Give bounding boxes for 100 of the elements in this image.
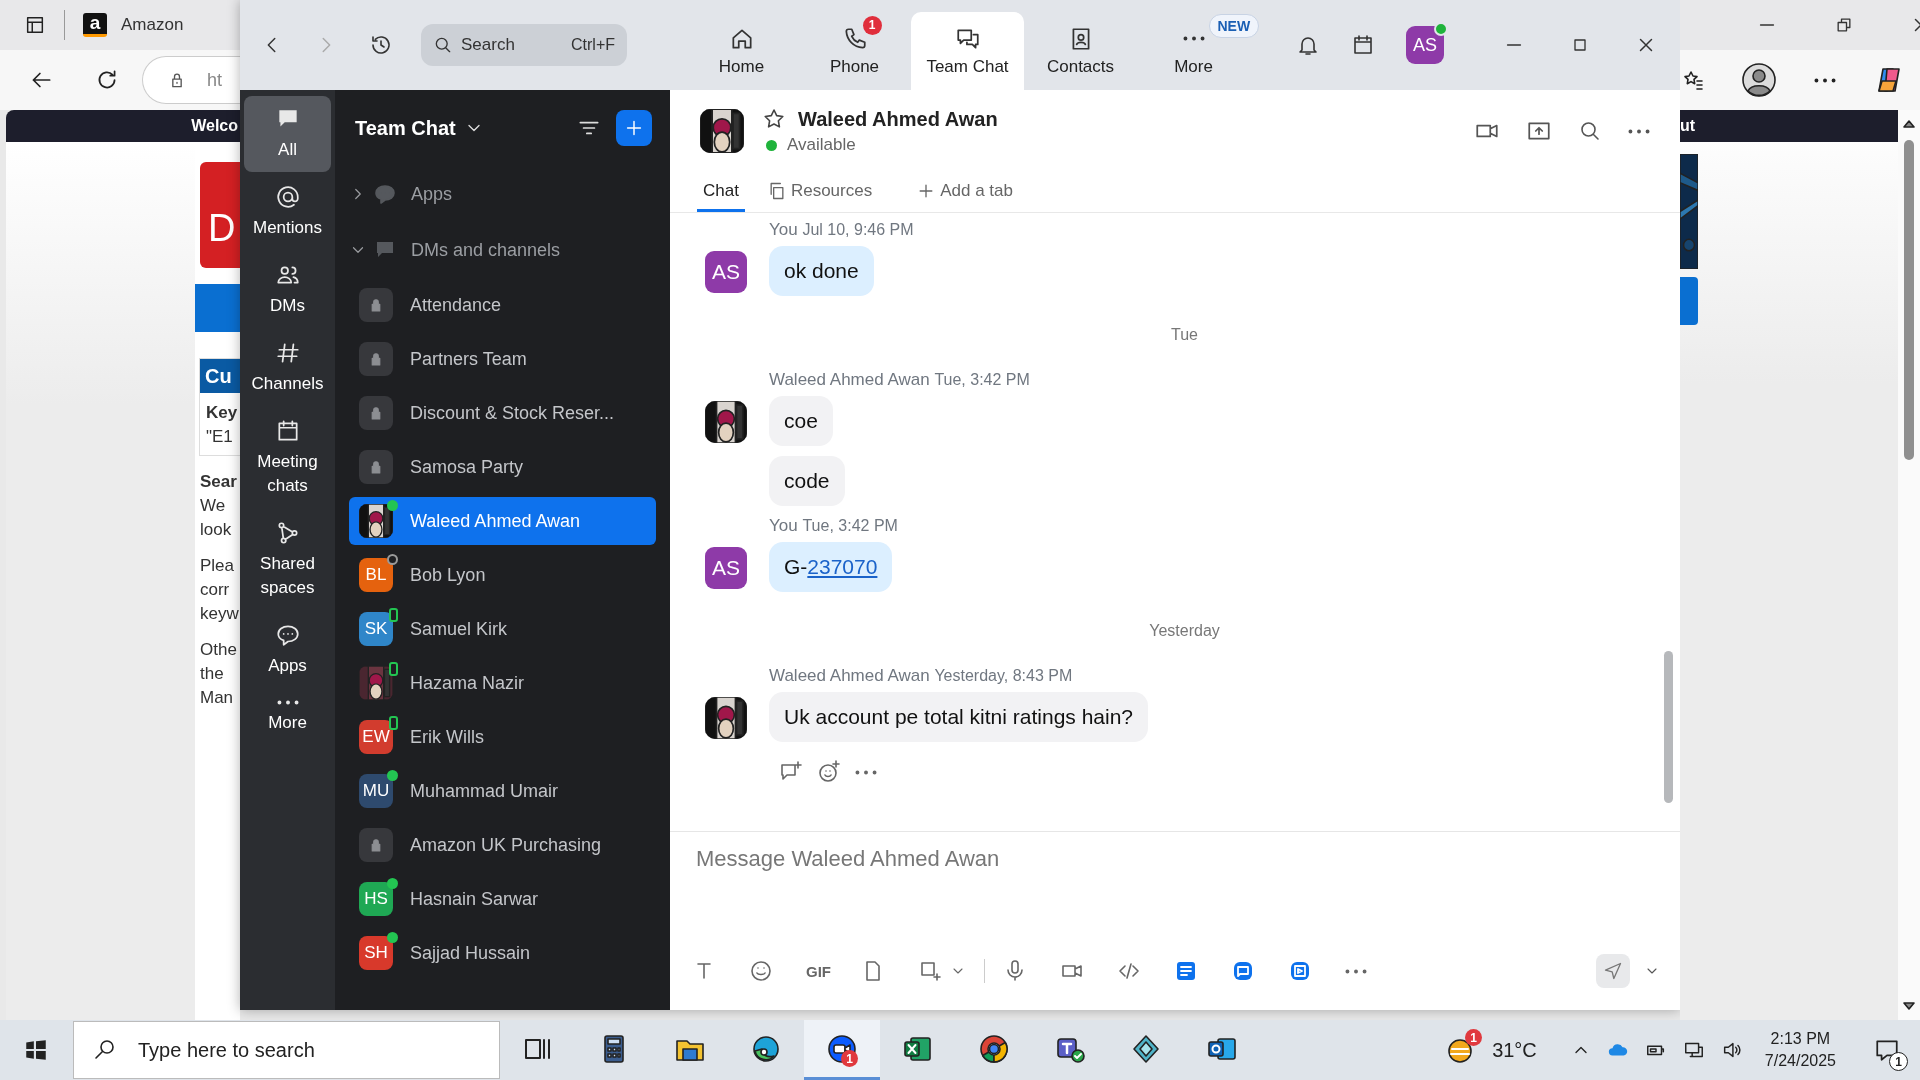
scrollbar-thumb[interactable] <box>1664 651 1673 803</box>
conversation-item[interactable]: Samosa Party <box>349 443 656 491</box>
conversation-item[interactable]: SK Samuel Kirk <box>349 605 656 653</box>
site-banner: ut <box>1680 110 1898 142</box>
presence-status: Available <box>787 135 856 155</box>
scroll-up-icon[interactable] <box>1903 118 1915 130</box>
clips-app-icon[interactable] <box>1288 959 1312 983</box>
conversation-item[interactable]: Attendance <box>349 281 656 329</box>
field-value: "E1 <box>206 426 234 448</box>
new-chat-button[interactable] <box>616 110 652 146</box>
nav-tab[interactable]: 1 Phone <box>798 12 911 90</box>
conversation-item[interactable]: HS Hasnain Sarwar <box>349 875 656 923</box>
user-avatar: AS <box>705 251 747 293</box>
rail-item[interactable]: Mentions <box>244 174 331 250</box>
more-icon <box>276 700 299 705</box>
section-header[interactable]: DMs and channels <box>335 222 670 278</box>
at-sign-icon <box>274 184 301 210</box>
count-badge: 1 <box>862 15 882 35</box>
conversation-item[interactable]: Amazon UK Purchasing <box>349 821 656 869</box>
conversation-item[interactable]: SH Sajjad Hussain <box>349 929 656 977</box>
section-header[interactable]: Apps <box>335 166 670 222</box>
rail-item[interactable]: Channels <box>244 330 331 406</box>
message-bubble: Uk account pe total kitni ratings hain? <box>769 692 1149 742</box>
whiteboard-app-icon[interactable] <box>1231 959 1255 983</box>
nav-tab[interactable]: Home <box>685 12 798 90</box>
nav-bar <box>1680 277 1698 325</box>
gif-button[interactable]: GIF <box>806 962 831 980</box>
conversation-item[interactable]: Partners Team <box>349 335 656 383</box>
field-label: Key <box>206 402 239 424</box>
search-field[interactable]: Search Ctrl+F <box>421 24 627 66</box>
user-avatar: AS <box>705 547 747 589</box>
scroll-down-icon[interactable] <box>1903 1000 1915 1012</box>
contact-avatar: EW <box>359 720 393 754</box>
paragraph-line: Plea <box>199 555 236 577</box>
scrollbar-thumb[interactable] <box>1904 140 1914 460</box>
rail-item[interactable]: Shared spaces <box>244 510 331 610</box>
paragraph-line: corr <box>199 579 231 601</box>
nav-tab[interactable]: NEW More <box>1137 12 1274 90</box>
tab-title[interactable]: Amazon <box>121 15 184 35</box>
nav-tab[interactable]: Team Chat <box>911 12 1024 90</box>
site-logo: a <box>83 13 107 37</box>
temperature[interactable]: 31°C <box>1492 1038 1537 1062</box>
message-header: You Tue, 3:42 PM <box>769 516 899 536</box>
count-badge: 1 <box>1465 1029 1483 1046</box>
taskbar-search[interactable]: Type here to search <box>73 1021 500 1079</box>
history-icon[interactable] <box>369 33 393 57</box>
document-app-icon[interactable] <box>1174 959 1198 983</box>
rail-item[interactable]: Meeting chats <box>244 408 331 508</box>
search-icon[interactable] <box>1578 119 1602 143</box>
rail-item[interactable]: DMs <box>244 252 331 328</box>
message-bubble: ok done <box>769 246 874 296</box>
count-badge: 1 <box>1889 1052 1908 1071</box>
browser-icon <box>978 1032 1010 1065</box>
conversation-item[interactable]: Waleed Ahmed Awan <box>349 497 656 545</box>
nav-bar <box>195 284 240 332</box>
conversation-item[interactable]: BL Bob Lyon <box>349 551 656 599</box>
star-icon[interactable] <box>762 107 786 131</box>
chat-title: Waleed Ahmed Awan <box>798 107 998 131</box>
emoji-icon[interactable] <box>749 959 773 983</box>
clock-date[interactable]: 7/24/2025 <box>1764 1052 1836 1070</box>
conversation-item[interactable]: Hazama Nazir <box>349 659 656 707</box>
message-bubble: G-237070 <box>769 542 893 592</box>
more-icon[interactable] <box>1814 77 1836 83</box>
chat-tab[interactable]: Chat <box>697 172 745 212</box>
address-bar[interactable]: ht <box>142 56 240 104</box>
screenshot-icon[interactable] <box>918 959 942 983</box>
profile-icon[interactable] <box>1742 63 1776 97</box>
rail-item[interactable]: All <box>244 96 331 172</box>
box-title: Cu <box>200 359 240 393</box>
send-button[interactable] <box>1596 954 1630 988</box>
rail-item[interactable]: More <box>244 690 331 745</box>
paragraph-line: look <box>199 519 233 541</box>
emoji-add-icon[interactable] <box>817 760 841 784</box>
clock-time[interactable]: 2:13 PM <box>1770 1030 1831 1048</box>
contact-avatar: SH <box>359 936 393 970</box>
panel-title[interactable]: Team Chat <box>355 116 456 140</box>
calendar-icon[interactable] <box>1351 33 1375 57</box>
add-tab-button[interactable]: Add a tab <box>910 172 1019 212</box>
chat-tab[interactable]: Resources <box>760 172 879 212</box>
taskbar-app[interactable]: 1 <box>804 1020 880 1080</box>
contact-avatar: HS <box>359 882 393 916</box>
hash-icon <box>274 340 301 366</box>
message-link[interactable]: 237070 <box>807 555 878 578</box>
message-header: Waleed Ahmed Awan Yesterday, 8:43 PM <box>769 666 1074 686</box>
new-badge: NEW <box>1208 13 1260 38</box>
profile-avatar[interactable]: AS <box>1406 26 1444 64</box>
paragraph-line: the <box>199 663 225 685</box>
start-icon[interactable] <box>23 1037 49 1063</box>
chat-bubble-icon <box>373 182 397 206</box>
nav-tab[interactable]: Contacts <box>1024 12 1137 90</box>
site-banner: Welco <box>6 110 240 142</box>
more-icon[interactable] <box>1628 128 1650 134</box>
conversation-item[interactable]: MU Muhammad Umair <box>349 767 656 815</box>
gem-icon <box>1130 1032 1162 1065</box>
paragraph-line: Othe <box>199 639 238 661</box>
rail-item[interactable]: Apps <box>244 612 331 688</box>
paragraph-line: We <box>199 495 227 517</box>
sidebar-icon[interactable] <box>24 14 46 36</box>
conversation-item[interactable]: EW Erik Wills <box>349 713 656 761</box>
conversation-item[interactable]: Discount & Stock Reser... <box>349 389 656 437</box>
